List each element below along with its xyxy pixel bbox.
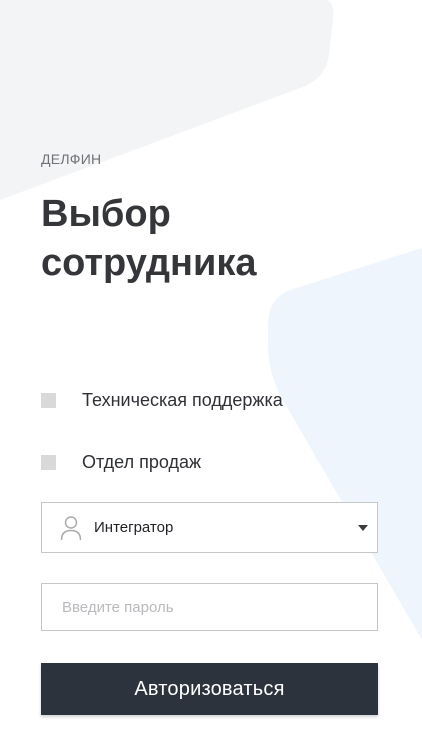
company-name: ДЕЛФИН (41, 151, 102, 167)
option-tech-support[interactable]: Техническая поддержка (41, 388, 283, 412)
option-label: Отдел продаж (82, 452, 201, 472)
page-title: Выбор сотрудника (41, 193, 257, 284)
user-icon (60, 515, 82, 541)
employee-select[interactable]: Интегратор (41, 502, 378, 553)
login-button[interactable]: Авторизоваться (41, 663, 378, 715)
login-screen: ДЕЛФИН Выбор сотрудника Техническая подд… (0, 0, 422, 750)
chevron-down-icon[interactable] (358, 524, 368, 531)
password-input[interactable] (41, 583, 378, 631)
checkbox-sales[interactable] (41, 454, 56, 470)
option-label: Техническая поддержка (82, 390, 283, 410)
option-sales[interactable]: Отдел продаж (41, 450, 201, 474)
employee-select-value: Интегратор (94, 519, 174, 536)
checkbox-tech-support[interactable] (41, 392, 56, 408)
